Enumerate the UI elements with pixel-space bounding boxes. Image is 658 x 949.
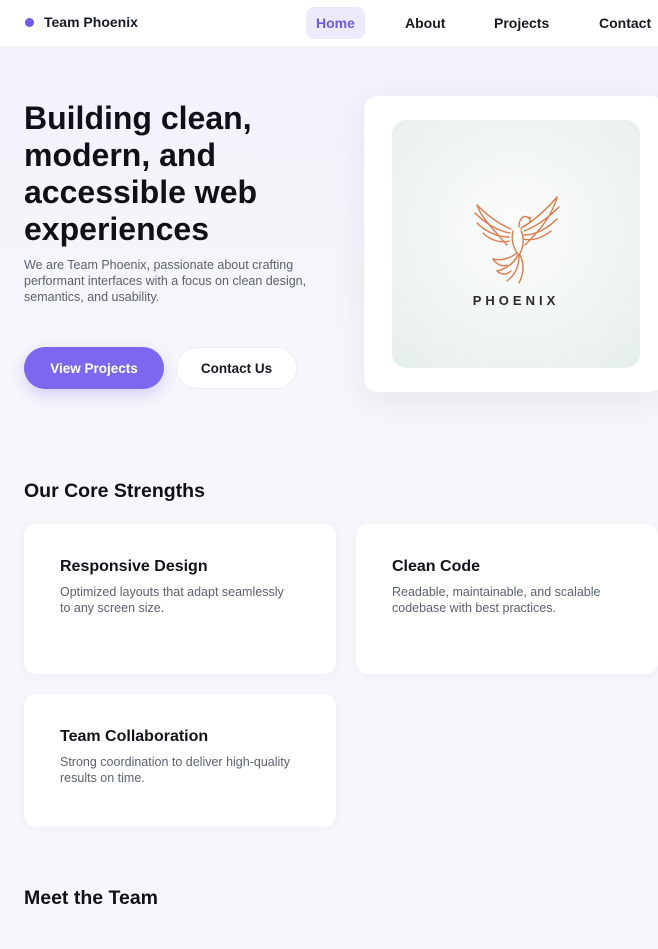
brand-dot-icon bbox=[25, 17, 34, 27]
page: Team Phoenix Home About Projects Contact… bbox=[0, 0, 658, 949]
team-heading: Meet the Team bbox=[24, 887, 159, 909]
logo-wordmark: PHOENIX bbox=[472, 292, 560, 308]
hero-description: We are Team Phoenix, passionate about cr… bbox=[24, 258, 307, 304]
card-text: Readable, maintainable, and scalable cod… bbox=[392, 585, 601, 615]
hero-logo-card: PHOENIX bbox=[364, 96, 658, 392]
nav-link-projects[interactable]: Projects bbox=[484, 7, 559, 39]
phoenix-logo: PHOENIX bbox=[392, 120, 640, 368]
card-title: Responsive Design bbox=[60, 558, 208, 575]
nav-link-contact[interactable]: Contact bbox=[589, 7, 658, 39]
card-title: Team Collaboration bbox=[60, 728, 209, 745]
contact-us-button[interactable]: Contact Us bbox=[176, 347, 297, 389]
card-text: Strong coordination to deliver high-qual… bbox=[60, 755, 290, 785]
nav-link-about[interactable]: About bbox=[395, 7, 455, 39]
phoenix-icon bbox=[474, 195, 560, 284]
strength-card-clean-code: Clean Code Readable, maintainable, and s… bbox=[356, 524, 658, 674]
strength-card-collaboration: Team Collaboration Strong coordination t… bbox=[24, 694, 336, 827]
brand-name: Team Phoenix bbox=[44, 14, 138, 30]
card-text: Optimized layouts that adapt seamlessly … bbox=[60, 585, 284, 615]
view-projects-button[interactable]: View Projects bbox=[24, 347, 164, 389]
hero-title: Building clean, modern, and accessible w… bbox=[24, 100, 258, 247]
top-navbar: Team Phoenix Home About Projects Contact bbox=[0, 0, 658, 46]
nav-link-home[interactable]: Home bbox=[306, 7, 365, 39]
strength-card-responsive: Responsive Design Optimized layouts that… bbox=[24, 524, 336, 674]
card-title: Clean Code bbox=[392, 558, 481, 575]
strengths-heading: Our Core Strengths bbox=[24, 480, 205, 502]
brand[interactable]: Team Phoenix bbox=[25, 14, 138, 30]
